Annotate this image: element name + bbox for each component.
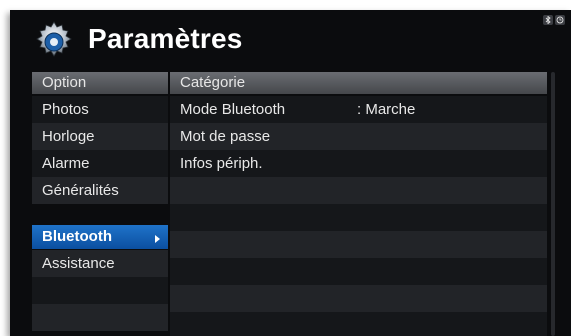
setting-label: Infos périph. [180, 155, 263, 172]
menu-item-empty [32, 304, 168, 331]
category-list: Catégorie Mode Bluetooth : Marche Mot de… [170, 72, 547, 336]
option-header: Option [32, 72, 168, 94]
chevron-right-icon [155, 235, 160, 243]
menu-item-bluetooth[interactable]: Bluetooth [32, 225, 168, 249]
gear-icon [36, 21, 72, 57]
menu-item-label: Bluetooth [42, 228, 112, 245]
menu-item-label: Assistance [42, 255, 115, 272]
menu-item-label: Alarme [42, 155, 90, 172]
setting-row-mot-de-passe[interactable]: Mot de passe [170, 123, 547, 150]
menu-item-horloge[interactable]: Horloge [32, 123, 168, 150]
category-header: Catégorie [170, 72, 547, 94]
menu-item-alarme[interactable]: Alarme [32, 150, 168, 177]
clock-icon [555, 15, 565, 25]
menu-item-label: Photos [42, 101, 89, 118]
status-icons [543, 15, 565, 25]
setting-row-mode-bluetooth[interactable]: Mode Bluetooth : Marche [170, 96, 547, 123]
settings-screen: Paramètres Option Photos Horloge Alarme … [10, 10, 571, 336]
bluetooth-icon [543, 15, 553, 25]
setting-row-empty [170, 177, 547, 204]
menu-item-assistance[interactable]: Assistance [32, 250, 168, 277]
menu-item-photos[interactable]: Photos [32, 96, 168, 123]
settings-panel: Option Photos Horloge Alarme Généralités… [32, 72, 557, 336]
setting-row-empty [170, 285, 547, 312]
menu-item-empty [32, 277, 168, 304]
option-list: Option Photos Horloge Alarme Généralités… [32, 72, 168, 336]
setting-label: Mot de passe [180, 128, 271, 145]
menu-item-generalites[interactable]: Généralités [32, 177, 168, 204]
setting-row-empty [170, 204, 547, 231]
page-title: Paramètres [88, 23, 243, 54]
setting-value: : Marche [357, 101, 416, 118]
setting-row-infos-periph[interactable]: Infos périph. [170, 150, 547, 177]
menu-item-label: Généralités [42, 182, 119, 199]
scrollbar[interactable] [551, 72, 555, 336]
setting-row-empty [170, 258, 547, 285]
menu-item-label: Horloge [42, 128, 95, 145]
setting-row-empty [170, 231, 547, 258]
setting-row-empty [170, 312, 547, 336]
setting-label: Mode Bluetooth [180, 101, 286, 118]
header: Paramètres [10, 10, 571, 72]
